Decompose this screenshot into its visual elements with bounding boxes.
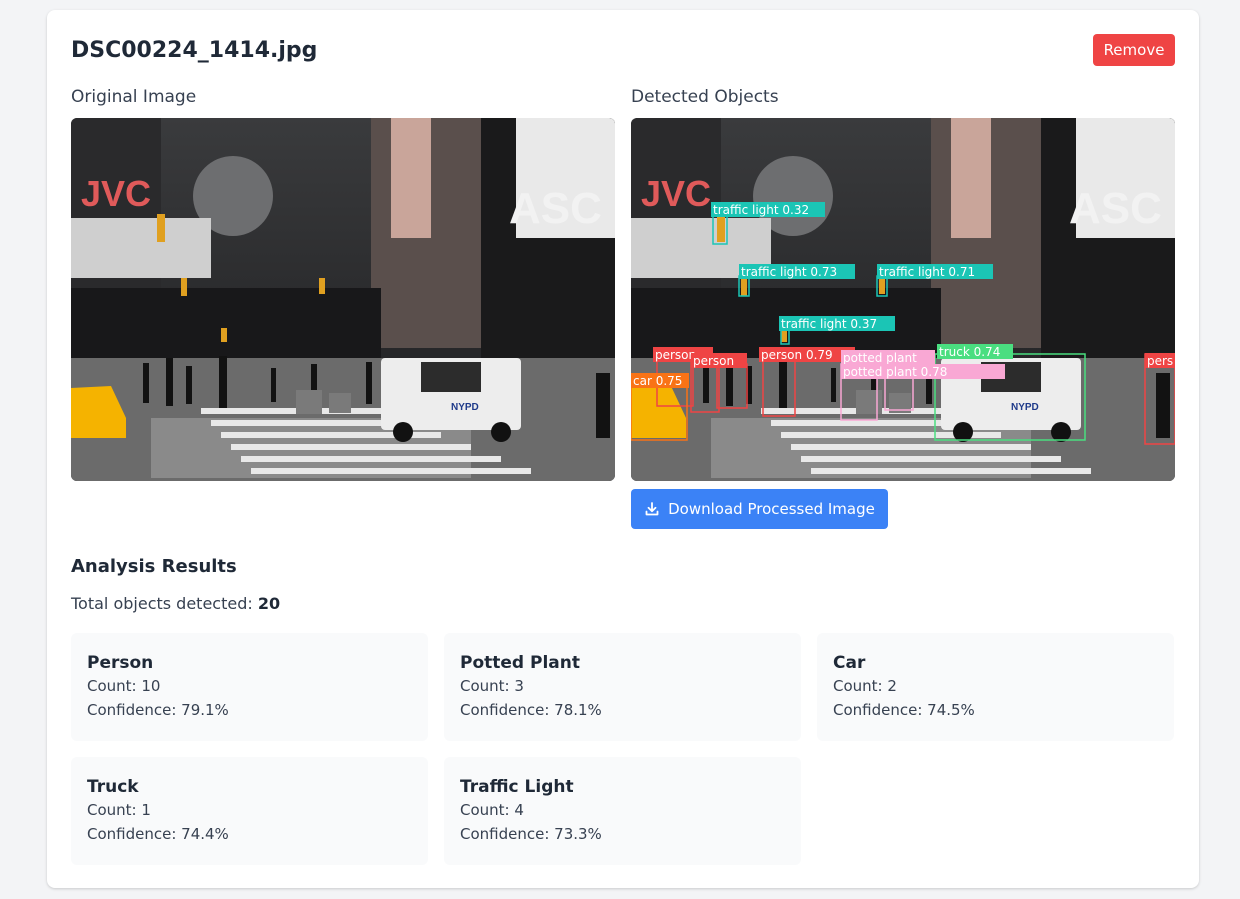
total-objects-count: 20	[257, 594, 281, 613]
original-image: JVC ASC NYPD	[71, 118, 615, 481]
object-stats-grid: Person Count: 10 Confidence: 79.1% Potte…	[71, 633, 1175, 865]
stat-card-traffic-light: Traffic Light Count: 4 Confidence: 73.3%	[444, 757, 801, 865]
stat-count: Count: 10	[87, 677, 161, 695]
stat-name: Potted Plant	[460, 653, 580, 673]
detected-objects-image: JVC ASC NYPD traffic light 0.32 traffic …	[631, 118, 1175, 481]
download-icon	[644, 501, 660, 517]
det-label-car: car 0.75	[633, 374, 682, 388]
remove-button[interactable]: Remove	[1093, 34, 1175, 66]
detected-objects-label: Detected Objects	[631, 87, 779, 107]
stat-name: Car	[833, 653, 866, 673]
stat-confidence: Confidence: 74.4%	[87, 825, 229, 843]
result-card: DSC00224_1414.jpg Remove Original Image …	[47, 10, 1199, 888]
total-objects-prefix: Total objects detected:	[71, 594, 258, 613]
det-label-traffic-light: traffic light 0.71	[879, 265, 975, 279]
stat-confidence: Confidence: 74.5%	[833, 701, 975, 719]
stat-name: Person	[87, 653, 154, 673]
det-label-potted-plant: potted plant 0.78	[843, 365, 947, 379]
truck-side-text: NYPD	[451, 402, 479, 413]
analysis-results-title: Analysis Results	[71, 556, 237, 577]
truck-side-text-processed: NYPD	[1011, 402, 1039, 413]
stat-confidence: Confidence: 78.1%	[460, 701, 602, 719]
stat-count: Count: 2	[833, 677, 897, 695]
det-label-person: person 0.79	[761, 348, 833, 362]
original-image-label: Original Image	[71, 87, 197, 107]
det-label-traffic-light: traffic light 0.32	[713, 203, 809, 217]
jvc-sign-text-processed: JVC	[641, 173, 711, 214]
download-button-label: Download Processed Image	[668, 500, 875, 518]
stat-card-car: Car Count: 2 Confidence: 74.5%	[817, 633, 1174, 741]
jvc-sign-text: JVC	[81, 173, 151, 214]
stat-count: Count: 3	[460, 677, 524, 695]
stat-card-person: Person Count: 10 Confidence: 79.1%	[71, 633, 428, 741]
det-label-traffic-light: traffic light 0.73	[741, 265, 837, 279]
stat-card-potted-plant: Potted Plant Count: 3 Confidence: 78.1%	[444, 633, 801, 741]
stat-count: Count: 1	[87, 801, 151, 819]
det-label-traffic-light: traffic light 0.37	[781, 317, 877, 331]
det-label-truck: truck 0.74	[939, 345, 1000, 359]
stat-name: Traffic Light	[460, 777, 574, 797]
file-name-title: DSC00224_1414.jpg	[71, 38, 318, 63]
det-label-potted-plant: potted plant	[843, 351, 917, 365]
billboard-text: ASC	[509, 184, 602, 233]
det-label-person: person	[693, 354, 734, 368]
stat-card-truck: Truck Count: 1 Confidence: 74.4%	[71, 757, 428, 865]
total-objects-line: Total objects detected: 20	[71, 594, 280, 613]
stat-name: Truck	[87, 777, 139, 797]
det-label-person: person	[655, 348, 696, 362]
stat-confidence: Confidence: 79.1%	[87, 701, 229, 719]
download-processed-image-button[interactable]: Download Processed Image	[631, 489, 888, 529]
billboard-text-processed: ASC	[1069, 184, 1162, 233]
stat-count: Count: 4	[460, 801, 524, 819]
stat-confidence: Confidence: 73.3%	[460, 825, 602, 843]
det-label-person: pers	[1147, 354, 1173, 368]
